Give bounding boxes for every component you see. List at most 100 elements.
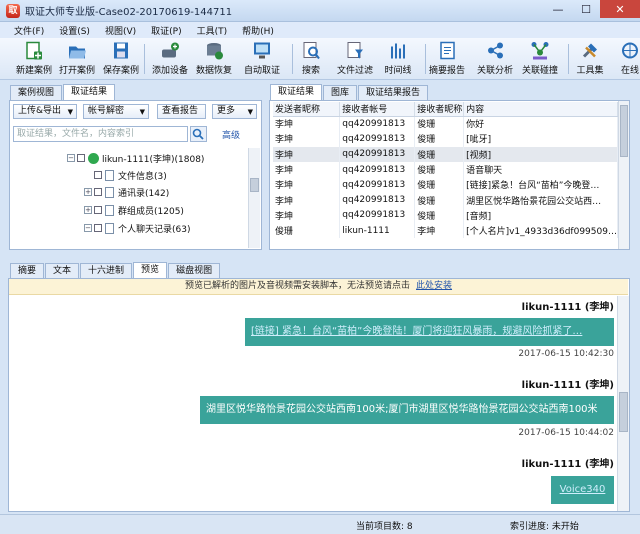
tab-preview[interactable]: 预览 [133,262,168,278]
tree-item[interactable]: + 群组成员(1205) [84,203,184,217]
search-button[interactable] [190,126,207,142]
table-cell: 李坤 [273,131,341,147]
tree-item-label: 群组成员(1205) [118,206,184,217]
document-icon [105,204,114,216]
column-header[interactable]: 内容 [463,102,618,117]
toolbar-button-1[interactable]: 新建案例 [16,40,52,78]
close-button[interactable]: ✕ [600,0,640,18]
tab-case-view[interactable]: 案例视图 [10,85,63,100]
expand-icon[interactable]: + [84,206,92,214]
menu-forensics[interactable]: 取证(P) [151,24,181,37]
table-cell: 李坤 [273,116,341,132]
expand-icon[interactable]: + [84,188,92,196]
tab-forensic-results[interactable]: 取证结果 [63,84,116,100]
toolbar-button-8[interactable]: 文件过滤 [337,40,373,78]
maximize-button[interactable]: ☐ [572,0,600,18]
scrollbar-thumb[interactable] [620,105,628,157]
table-row[interactable]: 李坤 qq420991813 俊珊 [链接]紧急！台风“苗柏”今晚登… [273,177,618,193]
menu-help[interactable]: 帮助(H) [242,24,274,37]
checkbox[interactable] [94,206,102,214]
toolbar-button-13[interactable]: 工具集 [577,40,604,78]
message-sender: likun-1111 (李坤) [521,380,614,391]
tab-gallery[interactable]: 图库 [323,85,358,100]
table-cell: 俊珊 [414,146,465,162]
toolbar-button-10[interactable]: 摘要报告 [429,40,465,78]
account-decrypt-button[interactable]: 帐号解密 ▼ [83,104,149,119]
upload-export-button[interactable]: 上传&导出 ▼ [13,104,77,119]
scrollbar-thumb[interactable] [250,178,259,192]
minimize-button[interactable]: — [544,0,572,18]
tab-results-report[interactable]: 取证结果报告 [358,85,429,100]
table-row[interactable]: 李坤 qq420991813 俊珊 湖里区悦华路怡景花园公交站西… [273,192,618,208]
tree-scrollbar[interactable] [248,148,260,248]
scrollbar-thumb[interactable] [619,392,628,432]
toolbar-button-5[interactable]: 数据恢复 [196,40,232,78]
table-row[interactable]: 李坤 qq420991813 俊珊 [视频] [273,146,618,162]
toolbar-button-label: 关联碰撞 [522,66,559,76]
toolbar-button-3[interactable]: 保存案例 [103,40,139,78]
checkbox[interactable] [94,224,102,232]
tree-item-label: likun-1111(李坤)(1808) [102,154,205,165]
table-row[interactable]: 李坤 qq420991813 俊珊 语音聊天 [273,161,618,178]
search-input[interactable]: 取证结果，文件名，内容索引 [13,126,188,142]
tab-results[interactable]: 取证结果 [270,84,323,100]
toolbar: 新建案例 打开案例 保存案例 添加设备 数据恢复 自动取证 搜索 文件过滤时间线 摘要报告 关联分… [0,38,640,80]
message-bubble[interactable]: [链接] 紧急！台风“苗柏”今晚登陆！厦门将迎狂风暴雨，规避风险抓紧了… [245,318,614,346]
toolbar-button-label: 摘要报告 [429,66,466,76]
tree-item[interactable]: + 通讯录(142) [84,185,169,199]
table-row[interactable]: 李坤 qq420991813 俊珊 [呲牙] [273,131,618,147]
table-row[interactable]: 李坤 qq420991813 俊珊 [音频] [273,207,618,224]
message-bubble[interactable]: 湖里区悦华路怡景花园公交站西南100米;厦门市湖里区悦华路怡景花园公交站西南10… [200,396,614,424]
table-scrollbar[interactable] [618,101,629,249]
new-case-icon [24,40,44,61]
menu-view[interactable]: 视图(V) [105,24,136,37]
checkbox[interactable] [77,154,85,162]
tab-disk-view[interactable]: 磁盘视图 [168,263,221,278]
toolbar-button-12[interactable]: 关联碰撞 [522,40,558,78]
tree-item[interactable]: − likun-1111(李坤)(1808) [67,151,204,165]
voice-message-bubble[interactable]: Voice340 [551,476,614,504]
tab-text[interactable]: 文本 [45,263,80,278]
message-time: 2017-06-15 10:42:30 [518,349,614,359]
toolbar-button-label: 添加设备 [152,66,189,76]
toolbar-button-6[interactable]: 自动取证 [244,40,280,78]
table-cell: qq420991813 [339,146,416,162]
column-header[interactable]: 接收者帐号 [339,102,416,117]
checkbox[interactable] [94,188,102,196]
checkbox[interactable] [94,171,102,179]
open-case-icon [67,40,87,61]
menu-settings[interactable]: 设置(S) [59,24,90,37]
table-row[interactable]: 俊珊 likun-1111 李坤 [个人名片]v1_4933d36df099509… [273,223,618,239]
toolbar-button-7[interactable]: 搜索 [301,40,321,78]
toolbar-separator [144,44,145,74]
column-header[interactable]: 接收者昵称 [414,102,465,117]
collapse-icon[interactable]: − [67,154,75,162]
preview-scrollbar[interactable] [617,296,629,511]
menu-tools[interactable]: 工具(T) [197,24,228,37]
tab-hex[interactable]: 十六进制 [80,263,133,278]
install-link[interactable]: 此处安装 [416,281,452,291]
column-header[interactable]: 发送者昵称 [273,102,341,117]
table-cell: 李坤 [273,146,341,162]
toolbar-button-2[interactable]: 打开案例 [59,40,95,78]
tree-item[interactable]: 文件信息(3) [84,168,167,182]
view-report-button[interactable]: 查看报告 [157,104,206,119]
more-button[interactable]: 更多 ▼ [212,104,257,119]
toolbar-button-label: 在线 [620,66,639,76]
table-cell: 俊珊 [414,177,465,193]
toolbar-button-label: 时间线 [384,66,412,76]
tree-item[interactable]: − 个人聊天记录(63) [84,221,190,235]
advanced-search-link[interactable]: 高级 [222,128,240,141]
tab-summary[interactable]: 摘要 [10,263,45,278]
voice-link[interactable]: Voice340 [560,484,606,495]
menu-file[interactable]: 文件(F) [14,24,44,37]
toolbar-button-14[interactable]: 在线 [620,40,640,78]
toolbar-button-4[interactable]: 添加设备 [152,40,188,78]
table-cell: 语音聊天 [463,161,618,178]
message-link[interactable]: [链接] 紧急！台风“苗柏”今晚登陆！厦门将迎狂风暴雨，规避风险抓紧了… [251,326,582,337]
message-sender: likun-1111 (李坤) [521,302,614,313]
toolbar-button-9[interactable]: 时间线 [385,40,412,78]
table-row[interactable]: 李坤 qq420991813 俊珊 你好 [273,116,618,132]
toolbar-button-11[interactable]: 关联分析 [477,40,513,78]
collapse-icon[interactable]: − [84,224,92,232]
